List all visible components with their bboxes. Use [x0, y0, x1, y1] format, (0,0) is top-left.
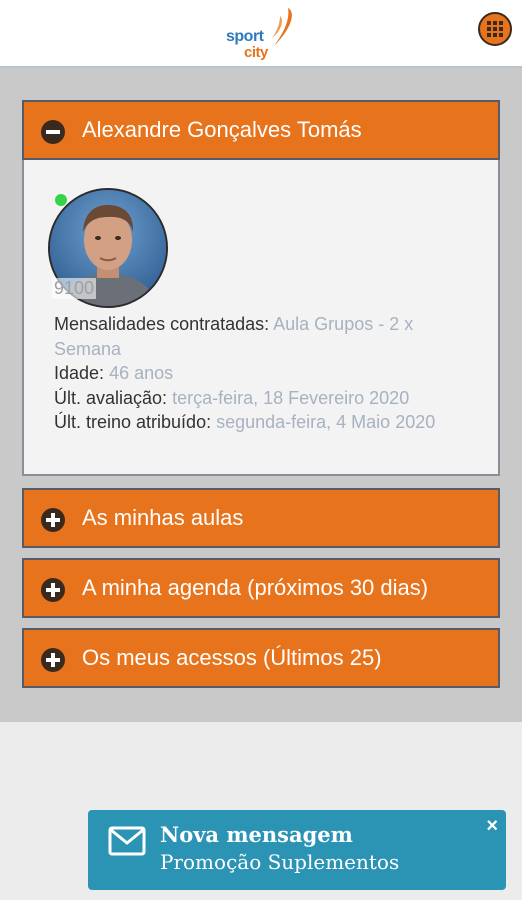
info-label: Idade: [54, 363, 105, 383]
grid-menu-button[interactable] [478, 12, 512, 46]
section-label: Os meus acessos (Últimos 25) [82, 645, 382, 670]
info-row-last-training: Últ. treino atribuído: segunda-feira, 4 … [54, 410, 484, 435]
section-my-accesses[interactable]: Os meus acessos (Últimos 25) [22, 628, 500, 688]
toast-message: Promoção Suplementos [160, 850, 400, 874]
profile-name: Alexandre Gonçalves Tomás [82, 117, 362, 142]
info-row-last-assessment: Últ. avaliação: terça-feira, 18 Fevereir… [54, 386, 484, 411]
online-status-indicator [55, 194, 67, 206]
toast-title: Nova mensagem [160, 822, 353, 847]
section-label: A minha agenda (próximos 30 dias) [82, 575, 429, 600]
info-row-subscriptions: Mensalidades contratadas: Aula Grupos - … [54, 312, 484, 361]
logo-swoosh-icon [272, 8, 292, 46]
profile-details: 9100 Mensalidades contratadas: Aula Grup… [22, 160, 500, 476]
info-value: 46 anos [109, 363, 174, 383]
info-label: Últ. avaliação: [54, 387, 168, 408]
info-value: segunda-feira, 4 Maio 2020 [216, 412, 436, 432]
section-my-agenda[interactable]: A minha agenda (próximos 30 dias) [22, 558, 500, 618]
expand-plus-icon [41, 508, 65, 532]
expand-plus-icon [41, 578, 65, 602]
member-id: 9100 [52, 278, 97, 299]
info-label: Mensalidades contratadas: [54, 314, 270, 334]
info-value: terça-feira, 18 Fevereiro 2020 [172, 387, 410, 408]
app-header: sport city [0, 0, 522, 68]
profile-info: Mensalidades contratadas: Aula Grupos - … [54, 312, 484, 435]
expand-plus-icon [41, 648, 65, 672]
section-my-classes[interactable]: As minhas aulas [22, 488, 500, 548]
info-label: Últ. treino atribuído: [54, 412, 212, 432]
message-toast[interactable]: Nova mensagem Promoção Suplementos × [88, 810, 506, 890]
envelope-icon [108, 826, 146, 856]
main-content: Alexandre Gonçalves Tomás 9100 Mensalida… [0, 68, 522, 722]
collapse-minus-icon [41, 120, 65, 144]
section-label: As minhas aulas [82, 505, 244, 530]
sport-city-logo[interactable]: sport city [224, 6, 300, 64]
close-icon[interactable]: × [486, 816, 498, 836]
profile-panel-header[interactable]: Alexandre Gonçalves Tomás [22, 100, 500, 160]
info-row-age: Idade: 46 anos [54, 361, 484, 386]
logo-text-city: city [244, 44, 268, 61]
grid-menu-icon [487, 21, 503, 37]
